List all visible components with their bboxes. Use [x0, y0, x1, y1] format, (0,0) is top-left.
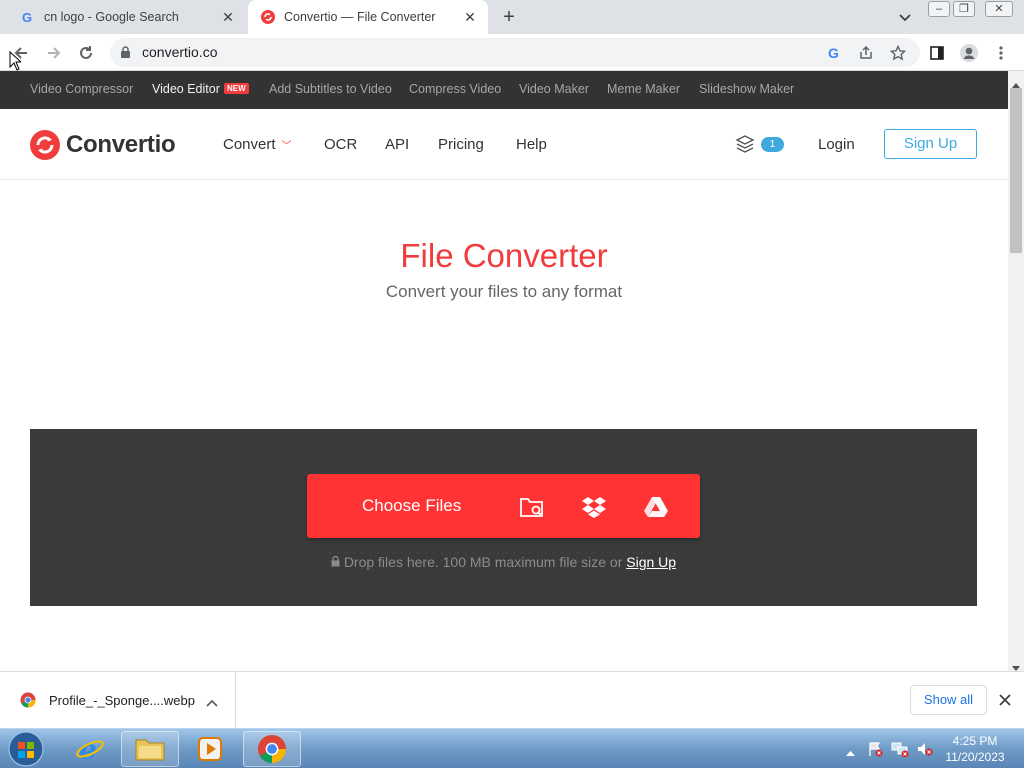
url-text: convertio.co: [142, 44, 218, 60]
new-badge: NEW: [224, 83, 249, 94]
drop-hint-text: Drop files here. 100 MB maximum file siz…: [343, 554, 623, 570]
lock-icon: [331, 554, 344, 570]
tab-convertio[interactable]: Convertio — File Converter ✕: [248, 0, 488, 34]
lock-icon[interactable]: [120, 46, 131, 64]
layers-icon[interactable]: [735, 135, 755, 158]
chevron-down-icon: ﹀: [281, 141, 292, 152]
close-icon[interactable]: [999, 693, 1011, 711]
taskbar-clock[interactable]: 4:25 PM 11/20/2023: [940, 733, 1010, 765]
taskbar-internet-explorer[interactable]: e: [61, 731, 119, 767]
close-tab-icon[interactable]: ✕: [218, 7, 238, 27]
tab-title: Convertio — File Converter: [284, 10, 436, 24]
main-navigation: Convertio Convert ﹀ OCR API Pricing Help …: [0, 109, 1008, 180]
taskbar-chrome[interactable]: [243, 731, 301, 767]
folder-icon: [135, 739, 165, 761]
login-link[interactable]: Login: [818, 136, 855, 153]
browser-tab-strip: G cn logo - Google Search ✕ Convertio — …: [0, 0, 1024, 34]
page-scrollbar[interactable]: [1008, 71, 1024, 671]
topbar-compress-video[interactable]: Compress Video: [409, 82, 501, 96]
convertio-favicon-icon: [260, 9, 276, 25]
nav-ocr[interactable]: OCR: [324, 136, 357, 153]
google-favicon-icon: G: [20, 9, 36, 25]
share-icon[interactable]: [855, 42, 877, 64]
tab-title: cn logo - Google Search: [44, 10, 179, 24]
folder-search-icon[interactable]: [518, 493, 546, 521]
scrollbar-thumb[interactable]: [1010, 88, 1022, 253]
logo-wordmark: Convertio: [66, 131, 176, 158]
browser-toolbar: convertio.co G: [0, 34, 1024, 71]
clock-date: 11/20/2023: [945, 750, 1005, 764]
convertio-logo-icon: [30, 130, 60, 160]
close-window-button[interactable]: ✕: [985, 1, 1013, 17]
nav-convert-label: Convert: [223, 136, 276, 153]
choose-files-button[interactable]: Choose Files: [307, 474, 700, 538]
svg-text:G: G: [22, 10, 32, 24]
taskbar-media-player[interactable]: [181, 731, 239, 767]
windows-start-button[interactable]: [6, 730, 46, 773]
show-all-downloads-button[interactable]: Show all: [910, 685, 987, 715]
nav-convert-dropdown[interactable]: Convert ﹀: [223, 136, 292, 153]
page-title: File Converter: [400, 237, 608, 274]
google-translate-icon[interactable]: G: [823, 42, 845, 64]
choose-files-label: Choose Files: [362, 496, 462, 515]
topbar-meme-maker[interactable]: Meme Maker: [607, 82, 680, 96]
chevron-up-icon[interactable]: [206, 694, 218, 712]
tab-google-search[interactable]: G cn logo - Google Search ✕: [8, 0, 246, 34]
svg-text:G: G: [828, 45, 839, 61]
reload-button[interactable]: [73, 40, 99, 66]
file-dropzone[interactable]: Choose Files Drop files here. 100 MB max…: [30, 429, 977, 606]
bookmark-star-icon[interactable]: [887, 42, 909, 64]
download-bar: Profile_-_Sponge....webp Show all: [0, 671, 1024, 728]
topbar-add-subtitles[interactable]: Add Subtitles to Video: [269, 82, 392, 96]
dropbox-icon[interactable]: [580, 493, 608, 521]
chrome-file-icon: [20, 692, 36, 713]
chrome-icon: [257, 734, 287, 764]
convertio-logo[interactable]: Convertio: [30, 129, 176, 161]
tools-topbar: Video Compressor Video Editor NEW Add Su…: [0, 71, 1008, 109]
new-tab-button[interactable]: +: [497, 5, 521, 29]
topbar-video-compressor[interactable]: Video Compressor: [30, 82, 133, 96]
drop-hint-signup-link[interactable]: Sign Up: [626, 554, 676, 570]
profile-avatar-icon[interactable]: [958, 42, 980, 64]
restore-window-button[interactable]: ❐: [953, 1, 975, 17]
topbar-slideshow-maker[interactable]: Slideshow Maker: [699, 82, 794, 96]
media-player-icon: [198, 737, 222, 761]
download-item[interactable]: Profile_-_Sponge....webp: [0, 672, 236, 728]
nav-help[interactable]: Help: [516, 136, 547, 153]
network-icon[interactable]: [891, 741, 909, 762]
nav-api[interactable]: API: [385, 136, 409, 153]
close-tab-icon[interactable]: ✕: [460, 7, 480, 27]
drop-hint: Drop files here. 100 MB maximum file siz…: [30, 554, 977, 570]
download-filename: Profile_-_Sponge....webp: [49, 693, 195, 708]
forward-button[interactable]: [41, 40, 67, 66]
minimize-window-button[interactable]: –: [928, 1, 950, 17]
kebab-menu-icon[interactable]: [990, 42, 1012, 64]
web-page: Video Compressor Video Editor NEW Add Su…: [0, 71, 1008, 671]
tab-search-chevron-icon[interactable]: [896, 8, 914, 26]
windows-taskbar: e 4:25 PM 11/20/2023: [0, 728, 1024, 768]
internet-explorer-icon: e: [76, 734, 104, 764]
google-drive-icon[interactable]: [642, 493, 670, 521]
show-hidden-icons-arrow-icon[interactable]: [846, 743, 855, 761]
volume-muted-icon[interactable]: [916, 741, 934, 762]
taskbar-file-explorer[interactable]: [121, 731, 179, 767]
topbar-video-editor[interactable]: Video Editor: [152, 82, 220, 96]
signup-button[interactable]: Sign Up: [884, 129, 977, 159]
action-center-flag-icon[interactable]: [867, 741, 883, 762]
side-panel-icon[interactable]: [926, 42, 948, 64]
page-subtitle: Convert your files to any format: [385, 282, 623, 301]
address-bar[interactable]: convertio.co: [110, 38, 920, 67]
nav-pricing[interactable]: Pricing: [438, 136, 484, 153]
topbar-video-maker[interactable]: Video Maker: [519, 82, 589, 96]
clock-time: 4:25 PM: [952, 734, 998, 748]
files-count-badge: 1: [761, 137, 784, 152]
